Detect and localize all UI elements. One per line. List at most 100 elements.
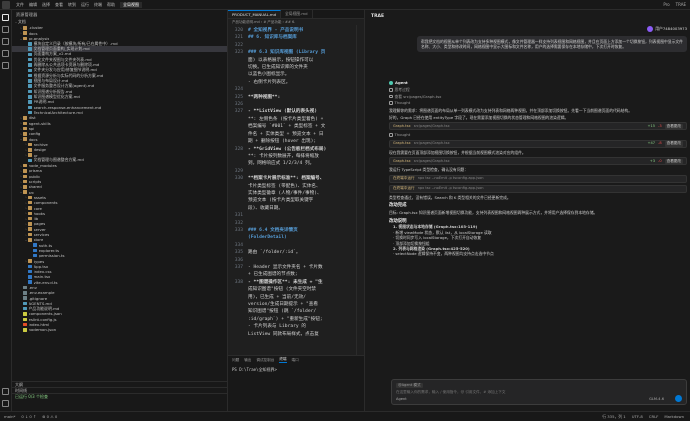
code-line[interactable]: 325 **两种视图**:	[228, 94, 364, 101]
code-line[interactable]: 档案编号 `#001` + 类型标签 + 文	[228, 123, 364, 130]
mode-selector[interactable]: Agent	[396, 397, 407, 401]
checks-status[interactable]: 已运行 0/3 个检查	[12, 393, 227, 399]
code-line[interactable]: (FolderDetail)	[228, 234, 364, 241]
view-changes-button[interactable]: 查看更改	[664, 141, 683, 147]
line-number: 327	[234, 109, 243, 115]
run-debug-icon[interactable]	[2, 50, 9, 57]
code-line[interactable]: version/生成日期提示 + "查看	[228, 301, 364, 308]
chat-input-box[interactable]: @Agent 模式 在这里输入你的需求，输入 / 使用指令，@ 引用文件，# 添…	[391, 379, 687, 405]
code-line[interactable]: 件名 + 实体类型 + 预览文本 + 日	[228, 131, 364, 138]
chat-input-placeholder[interactable]: 在这里输入你的需求，输入 / 使用指令，@ 引用文件，# 添加上下文	[396, 390, 505, 395]
code-line[interactable]: 知识图谱"按钮 (跳 `/folder/	[228, 308, 364, 315]
tree-item-label: docs	[28, 30, 38, 36]
code-line[interactable]: 期 + 删除按钮 (hover 出现);	[228, 138, 364, 145]
code-line[interactable]: - 卡片列表与 Library 的	[228, 323, 364, 330]
file-change-card[interactable]: Graph.tsx src/pages/Graph.tsx +15 -3 查看更…	[389, 122, 687, 131]
language-mode[interactable]: Markdown	[664, 414, 684, 419]
code-line[interactable]: 段)、收藏日期。	[228, 205, 364, 212]
code-line[interactable]: + 已生成图谱的节点数;	[228, 271, 364, 278]
code-line[interactable]: 335 路由 `/folder/:id`。	[228, 249, 364, 256]
tab-ports[interactable]: 端口	[292, 358, 299, 363]
code-line[interactable]: 324	[228, 86, 364, 93]
terminal-command-card[interactable]: 在终端中运行 npx tsc --noEmit -p tsconfig.app.…	[389, 174, 687, 183]
menu-edit[interactable]: 编辑	[29, 2, 37, 8]
code-line[interactable]: 322	[228, 42, 364, 49]
code-line[interactable]: 329	[228, 168, 364, 175]
code-line[interactable]: 到，网格响应式 1/2/3/4 列。	[228, 160, 364, 167]
code-area[interactable]: 320 # 全知视界 - 产品说明书 321 ## 6. 知识库与档案库 322 323 #…	[228, 25, 364, 338]
code-line[interactable]: - 右侧卡片列表区。	[228, 79, 364, 86]
menu-help[interactable]: 帮助	[107, 2, 115, 8]
code-line[interactable]: **: 卡片按列数展开，每排将缩放	[228, 153, 364, 160]
branch-indicator[interactable]: main*	[4, 414, 15, 419]
menu-terminal[interactable]: 终端	[94, 2, 102, 8]
menu-run[interactable]: 运行	[81, 2, 89, 8]
menu-global-view[interactable]: 全局视图	[120, 1, 142, 8]
tab-output[interactable]: 输出	[244, 358, 251, 363]
view-changes-button[interactable]: 查看更改	[664, 123, 683, 130]
settings-gear-icon[interactable]	[2, 400, 9, 407]
sync-indicator[interactable]: 0 ↓ 0 ↑	[21, 414, 36, 419]
minimap[interactable]	[356, 25, 364, 355]
code-line[interactable]: 330 **档案卡片展示标准**: 档案编号、	[228, 175, 364, 182]
code-line[interactable]: 卡片类型标签 (带配色)、实体名、	[228, 183, 364, 190]
code-line[interactable]: 328 - **GridView (公告板栏档式布局)	[228, 146, 364, 153]
send-icon[interactable]	[675, 395, 682, 402]
code-line[interactable]: ListView 同款布局样式，点击复	[228, 331, 364, 338]
search-icon[interactable]	[2, 26, 9, 33]
code-line[interactable]: 333 ### 6.4 文档夹详情页	[228, 227, 364, 234]
problems-indicator[interactable]: ⊗ 0 ⚠ 0	[42, 414, 57, 419]
file-change-card[interactable]: Graph.tsx src/pages/Graph.tsx +47 -8 查看更…	[389, 139, 687, 148]
step-thought[interactable]: Thought	[389, 100, 687, 105]
file-change-card[interactable]: Graph.tsx src/pages/Graph.tsx +3 -0 查看更改	[389, 157, 687, 166]
code-line[interactable]: 331	[228, 212, 364, 219]
tab-problems[interactable]: 问题	[232, 358, 239, 363]
code-line[interactable]: 334	[228, 242, 364, 249]
menu-view[interactable]: 查看	[55, 2, 63, 8]
line-ending[interactable]: CRLF	[649, 414, 659, 419]
code-line[interactable]: 321 ## 6. 知识库与档案库	[228, 34, 364, 41]
tab-product-manual[interactable]: PRODUCT_MANUAL.md	[228, 10, 282, 18]
account-icon[interactable]	[2, 388, 9, 395]
context-chip[interactable]: @Agent 模式	[396, 383, 423, 388]
code-line[interactable]: **: 左侧色条 (按卡片类型着色) +	[228, 116, 364, 123]
file-icon	[28, 275, 32, 279]
menu-selection[interactable]: 选择	[42, 2, 50, 8]
plan-badge[interactable]: Pro	[663, 2, 669, 7]
model-selector[interactable]: GLM-4.6	[649, 397, 664, 401]
step-thought[interactable]: Thought	[389, 132, 687, 137]
code-line[interactable]: 337 - Header 显示文件夹名 + 卡片数	[228, 264, 364, 271]
source-control-icon[interactable]	[2, 38, 9, 45]
step-thinking[interactable]: 思考过程	[389, 87, 687, 92]
code-line[interactable]: 以蓝色小图标显示。	[228, 71, 364, 78]
code-line[interactable]: 327 - **ListView (默认的表头视)	[228, 108, 364, 115]
code-line[interactable]: 用)，已生成 + 当前/无效/	[228, 294, 364, 301]
code-line[interactable]: 323 ### 6.3 知识库视图 (Library 页	[228, 49, 364, 56]
code-line[interactable]: 320 # 全知视界 - 产品说明书	[228, 27, 364, 34]
code-line[interactable]: 326	[228, 101, 364, 108]
code-line[interactable]: 338 - **图谱操作区**: 未生成 + "生	[228, 279, 364, 286]
code-line[interactable]: 336	[228, 257, 364, 264]
view-changes-button[interactable]: 查看更改	[664, 158, 683, 164]
code-line[interactable]: :id/graph`) + "重新生成"按钮;	[228, 316, 364, 323]
code-line[interactable]: 实体类型徽章 (人物/事件/事物)、	[228, 190, 364, 197]
cursor-position[interactable]: 行 335，列 1	[602, 414, 625, 420]
encoding[interactable]: UTF-8	[632, 414, 643, 419]
code-line[interactable]: 面) 以表格展示，按钮操作可以	[228, 57, 364, 64]
terminal-prompt[interactable]: PS D:\Trae\全知视界>	[228, 364, 364, 376]
tab-global-view[interactable]: 全局视图.md	[281, 10, 313, 18]
code-line[interactable]: 332	[228, 220, 364, 227]
file-icon	[28, 42, 32, 46]
step-view-file[interactable]: 查看 src/pages/Graph.tsx	[389, 94, 687, 99]
menu-go[interactable]: 转到	[68, 2, 76, 8]
extensions-icon[interactable]	[2, 62, 9, 69]
terminal-command-card[interactable]: 在终端中运行 npx tsc --noEmit -p tsconfig.app.…	[389, 184, 687, 193]
menu-file[interactable]: 文件	[16, 2, 24, 8]
code-line[interactable]: 成知识图谱"按钮 (文件夹空时禁	[228, 286, 364, 293]
code-line[interactable]: 预览文本 (按卡片类型取关键字	[228, 197, 364, 204]
explorer-icon[interactable]	[2, 14, 9, 21]
tab-terminal[interactable]: 终端	[279, 357, 287, 363]
tab-debug-console[interactable]: 调试控制台	[256, 358, 274, 363]
tree-file[interactable]: nodemon.json	[12, 327, 227, 332]
code-line[interactable]: 切换。已生成知识库的文件夹	[228, 64, 364, 71]
